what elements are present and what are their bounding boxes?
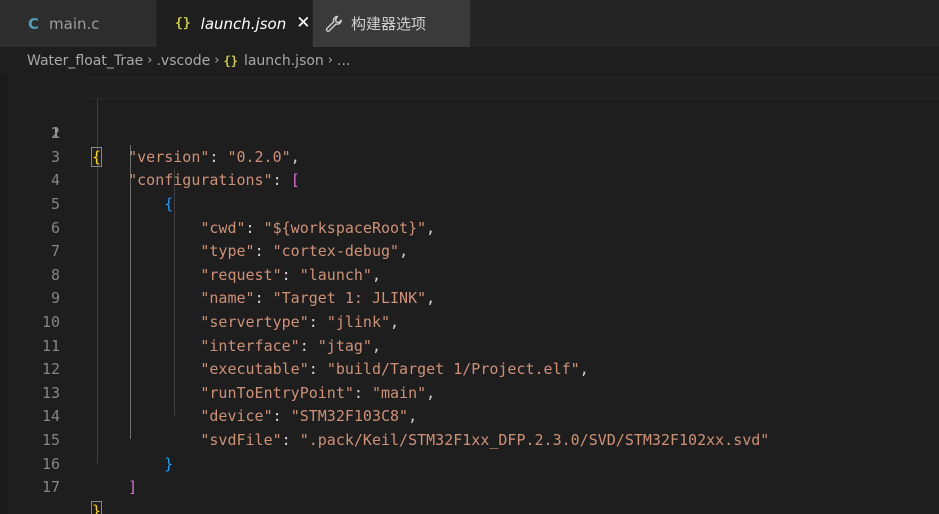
vscode-window: C main.c {} launch.json ✕ 构建器选项 Water_fl… xyxy=(0,0,939,514)
bracket: } xyxy=(90,500,103,514)
code-line: 12 "runToEntryPoint": "main", xyxy=(0,335,939,402)
breadcrumb-folder[interactable]: Water_float_Trae xyxy=(27,53,143,69)
breadcrumb: Water_float_Trae › .vscode › {} launch.j… xyxy=(0,47,939,74)
code-line: 11 "executable": "build/Target 1/Project… xyxy=(0,311,939,379)
tab-label: main.c xyxy=(49,14,100,33)
code-line: 3 "configurations": [ xyxy=(0,122,939,190)
chevron-right-icon: › xyxy=(147,53,153,68)
close-icon[interactable]: ✕ xyxy=(296,15,310,32)
tab-label: 构建器选项 xyxy=(351,15,427,33)
code-line: 8 "name": "Target 1: JLINK", xyxy=(0,240,939,308)
code-line: 14 "svdFile": ".pack/Keil/STM32F1xx_DFP.… xyxy=(0,382,939,449)
breadcrumb-symbols[interactable]: ... xyxy=(337,53,350,69)
code-line: 9 "servertype": "jlink", xyxy=(0,264,939,331)
code-line: 10 "interface": "jtag", xyxy=(0,287,939,355)
code-line: 13 "device": "STM32F103C8", xyxy=(0,358,939,426)
breadcrumb-folder[interactable]: .vscode xyxy=(156,53,210,69)
bracket: ] xyxy=(128,478,138,497)
code-line: 6 "type": "cortex-debug", xyxy=(0,193,939,261)
json-file-icon: {} xyxy=(175,16,191,31)
chevron-right-icon: › xyxy=(214,53,220,68)
current-line-highlight xyxy=(88,77,939,99)
json-file-icon: {} xyxy=(223,53,238,68)
tab-builder-options[interactable]: 构建器选项 xyxy=(313,0,471,47)
line-number: 17 xyxy=(41,478,60,497)
code-line: 2 "version": "0.2.0", xyxy=(0,99,939,166)
code-line: 15 } xyxy=(0,405,939,473)
wrench-icon xyxy=(325,15,342,32)
code-line: 5 "cwd": "${workspaceRoot}", xyxy=(0,169,939,237)
code-line: 1 { xyxy=(0,75,939,167)
chevron-right-icon: › xyxy=(327,53,333,68)
code-line: 4 { xyxy=(0,146,939,213)
code-text: ] xyxy=(92,476,137,500)
code-editor[interactable]: 1 { 2 "version": "0.2.0", 3 "configurati… xyxy=(0,74,939,514)
tab-main-c[interactable]: C main.c xyxy=(0,0,157,47)
tab-launch-json[interactable]: {} launch.json ✕ xyxy=(157,0,313,47)
code-text: } xyxy=(90,500,103,514)
editor-tab-bar: C main.c {} launch.json ✕ 构建器选项 xyxy=(0,0,939,47)
code-line: 16 ] xyxy=(0,429,939,497)
breadcrumb-file[interactable]: launch.json xyxy=(244,53,324,69)
c-file-icon: C xyxy=(28,14,40,33)
code-line: 7 "request": "launch", xyxy=(0,217,939,284)
code-line: 17 } xyxy=(0,453,939,514)
tab-label: launch.json xyxy=(200,14,287,33)
